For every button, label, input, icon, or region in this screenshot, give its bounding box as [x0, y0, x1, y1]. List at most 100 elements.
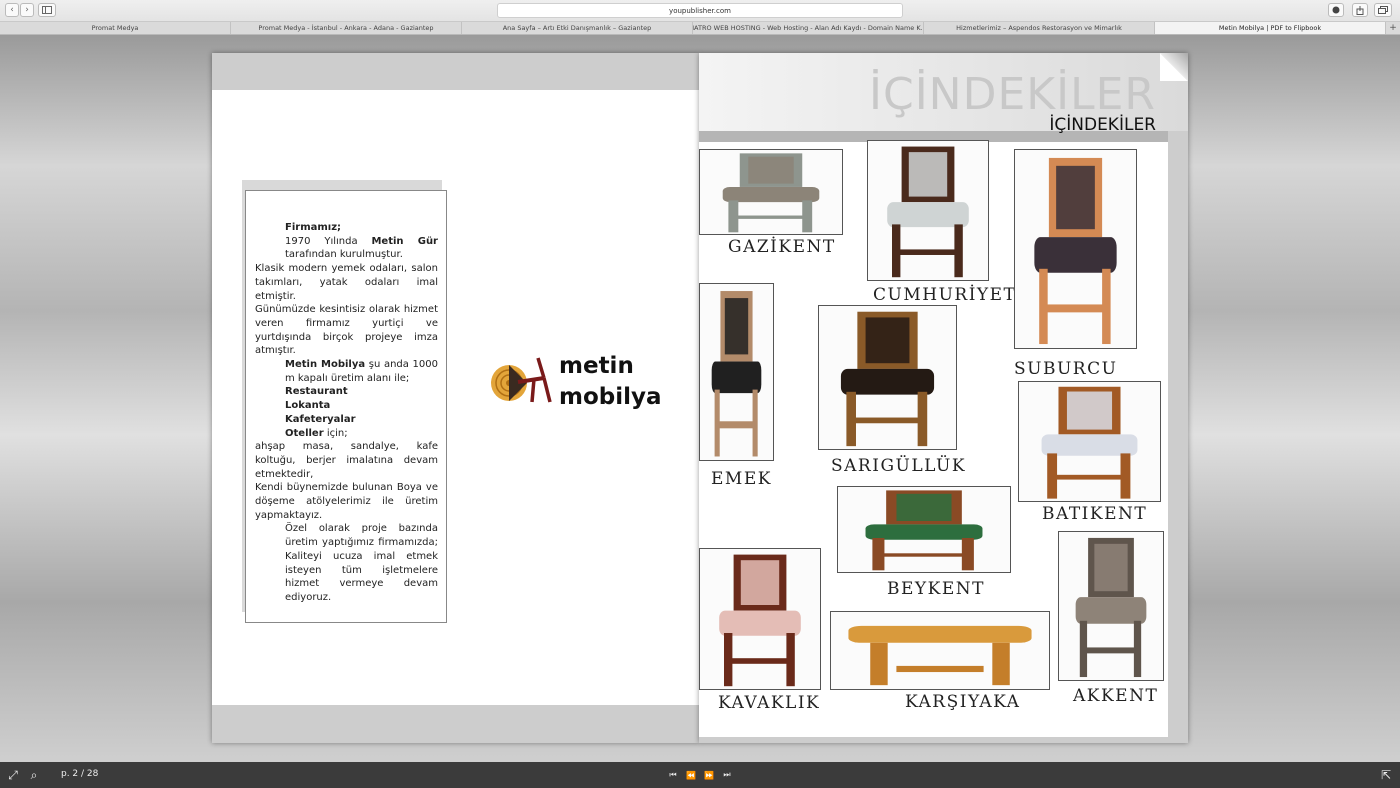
chair-icon [700, 284, 773, 460]
forward-button[interactable]: › [20, 3, 34, 17]
description-paragraph: ahşap masa, sandalye, kafe koltuğu, berj… [255, 440, 438, 481]
product-image[interactable] [830, 611, 1050, 690]
company-description: Firmamız; 1970 Yılında Metin Gür tarafınd… [245, 190, 447, 623]
product-image[interactable] [837, 486, 1011, 573]
product-name-4[interactable]: SARIGÜLLÜK [831, 456, 966, 476]
bold-text: Oteller [285, 427, 324, 439]
product-name-1[interactable]: CUMHURİYET [873, 285, 1016, 305]
product-name-7[interactable]: KAVAKLIK [718, 693, 820, 713]
tab-metin-mobilya[interactable]: Metin Mobilya | PDF to Flipbook [1155, 22, 1386, 34]
chair-icon [700, 549, 820, 689]
product-image[interactable] [699, 149, 843, 235]
flipbook-right-page[interactable]: İÇİNDEKİLER İÇİNDEKİLER GAZİKENT CUMHURİ… [699, 53, 1188, 743]
product-name-3[interactable]: EMEK [711, 469, 772, 489]
product-name-5[interactable]: BATIKENT [1042, 504, 1147, 524]
description-paragraph: Kendi büynemizde bulunan Boya ve döşeme … [255, 481, 438, 522]
page-curl-corner[interactable] [1160, 53, 1188, 81]
description-paragraph: Lokanta [255, 399, 438, 413]
share-button[interactable] [1352, 3, 1368, 17]
zoom-icon[interactable]: ⌕ [26, 767, 42, 783]
next-page-button[interactable]: ⏩ [703, 769, 715, 781]
product-name-8[interactable]: KARŞIYAKA [905, 692, 1020, 712]
body-text: için; [323, 427, 348, 439]
description-paragraph: Restaurant [255, 385, 438, 399]
tab-bar: Promat Medya Promat Medya - İstanbul - A… [0, 21, 1400, 35]
contents-heading-large: İÇİNDEKİLER [869, 69, 1156, 120]
description-paragraph: Kafeteryalar [255, 413, 438, 427]
metin-mobilya-logo: metin mobilya [490, 351, 665, 417]
body-text: Günümüzde kesintisiz olarak hizmet veren… [255, 304, 438, 357]
product-image[interactable] [1058, 531, 1164, 681]
download-icon [1332, 6, 1340, 14]
body-text: Kendi büynemizde bulunan Boya ve döşeme … [255, 482, 438, 521]
viewer-toolbar: ⤢ ⌕ p. 2 / 28 ⏮ ⏪ ⏩ ⏭ ⇱ [0, 762, 1400, 788]
address-bar[interactable]: youpublisher.com [497, 3, 903, 18]
chair-icon [1015, 150, 1136, 348]
page-indicator: p. 2 / 28 [61, 769, 99, 779]
tab-promat-medya[interactable]: Promat Medya [0, 22, 231, 34]
logo-line-1: metin [559, 353, 634, 379]
description-paragraph: 1970 Yılında Metin Gür tarafından kurulm… [255, 235, 438, 262]
product-name-9[interactable]: AKKENT [1073, 686, 1158, 706]
tabs-overview-button[interactable] [1374, 3, 1392, 17]
bold-text: Metin Gür [371, 235, 438, 247]
sidebar-toggle-button[interactable] [38, 3, 56, 17]
page-bottom-frame [699, 737, 1188, 743]
bold-text: Kafeteryalar [285, 413, 356, 425]
body-text: tarafından kurulmuştur. [285, 249, 403, 261]
wood-chair-logo-icon [491, 357, 552, 403]
back-button[interactable]: ‹ [5, 3, 19, 17]
body-text: Özel olarak proje bazında üretim yaptığı… [285, 523, 438, 603]
bold-text: Firmamız; [285, 222, 342, 233]
chair-icon [831, 612, 1049, 689]
description-paragraph: Firmamız; [255, 221, 438, 235]
chair-icon [838, 487, 1010, 572]
product-image[interactable] [699, 548, 821, 690]
tab-natro[interactable]: NATRO WEB HOSTING - Web Hosting - Alan A… [693, 22, 924, 34]
chair-icon [1059, 532, 1163, 680]
logo-wordmark: metin mobilya [559, 351, 662, 413]
product-image[interactable] [818, 305, 957, 450]
flipbook-left-page[interactable]: Firmamız; 1970 Yılında Metin Gür tarafınd… [212, 53, 699, 743]
description-paragraph: Klasik modern yemek odaları, salon takım… [255, 262, 438, 303]
last-page-button[interactable]: ⏭ [721, 769, 733, 781]
description-paragraph: Günümüzde kesintisiz olarak hizmet veren… [255, 303, 438, 358]
product-name-0[interactable]: GAZİKENT [728, 237, 836, 257]
sidebar-icon [42, 6, 52, 14]
product-image[interactable] [1018, 381, 1161, 502]
page-side-frame [1168, 131, 1188, 743]
previous-page-button[interactable]: ⏪ [685, 769, 697, 781]
page-top-band [212, 53, 699, 90]
chair-icon [700, 150, 842, 234]
share-icon[interactable]: ⇱ [1378, 767, 1394, 783]
product-name-2[interactable]: SUBURCU [1014, 359, 1117, 379]
tab-aspendos[interactable]: Hizmetlerimiz – Aspendos Restorasyon ve … [924, 22, 1155, 34]
description-paragraph: Oteller için; [255, 427, 438, 441]
tab-arti-etki[interactable]: Ana Sayfa – Artı Etki Danışmanlık – Gazi… [462, 22, 693, 34]
product-image[interactable] [867, 140, 989, 281]
chair-icon [868, 141, 988, 280]
description-paragraph: Özel olarak proje bazında üretim yaptığı… [255, 522, 438, 604]
browser-chrome: ‹ › youpublisher.com Promat Medya Promat… [0, 0, 1400, 35]
fullscreen-icon[interactable]: ⤢ [5, 767, 21, 783]
share-icon [1356, 5, 1364, 15]
browser-toolbar: ‹ › youpublisher.com [0, 0, 1400, 21]
product-image[interactable] [1014, 149, 1137, 349]
bold-text: Metin Mobilya [285, 359, 366, 371]
chair-icon [1019, 382, 1160, 501]
body-text: ahşap masa, sandalye, kafe koltuğu, berj… [255, 441, 438, 480]
description-paragraph: Metin Mobilya şu anda 1000 m kapalı üret… [255, 358, 438, 385]
bold-text: Lokanta [285, 400, 331, 412]
product-name-6[interactable]: BEYKENT [887, 579, 985, 599]
first-page-button[interactable]: ⏮ [667, 769, 679, 781]
bold-text: Restaurant [285, 386, 348, 398]
new-tab-button[interactable]: + [1386, 22, 1400, 34]
downloads-button[interactable] [1328, 3, 1344, 17]
body-text: Klasik modern yemek odaları, salon takım… [255, 263, 438, 302]
chair-icon [819, 306, 956, 449]
contents-heading: İÇİNDEKİLER [1049, 115, 1156, 135]
product-image[interactable] [699, 283, 774, 461]
tab-promat-medya-cities[interactable]: Promat Medya - İstanbul - Ankara - Adana… [231, 22, 462, 34]
logo-line-2: mobilya [559, 384, 662, 410]
body-text: 1970 Yılında [285, 235, 372, 247]
